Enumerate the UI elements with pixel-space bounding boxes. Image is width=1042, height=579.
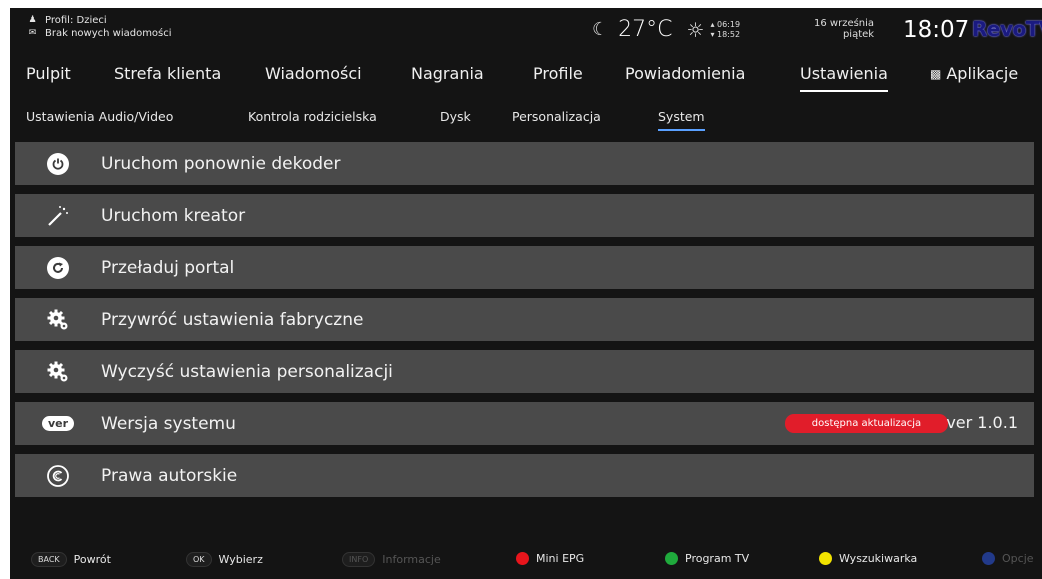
subtab-system[interactable]: System: [658, 109, 705, 131]
hint-info-label: Informacje: [382, 553, 441, 566]
green-button-icon: [665, 552, 678, 565]
tab-powiadomienia[interactable]: Powiadomienia: [625, 64, 745, 83]
menu-item-label: Wyczyść ustawienia personalizacji: [101, 361, 393, 382]
user-icon: ♟: [28, 15, 37, 25]
subtab-personalizacja[interactable]: Personalizacja: [512, 109, 601, 124]
weekday-label: piątek: [842, 29, 875, 40]
menu-item-wizard[interactable]: Uruchom kreator: [15, 194, 1034, 237]
clock: 18:07: [903, 17, 970, 43]
hint-blue[interactable]: Opcje: [982, 552, 1034, 565]
apps-grid-icon: ▩: [930, 67, 942, 81]
profile-label: Profil: Dzieci: [45, 15, 107, 26]
subtab-kontrola-rodzicielska[interactable]: Kontrola rodzicielska: [248, 109, 377, 124]
tab-profile[interactable]: Profile: [533, 64, 583, 83]
subtab-dysk[interactable]: Dysk: [440, 109, 471, 124]
menu-item-reload-portal[interactable]: Przeładuj portal: [15, 246, 1034, 289]
yellow-button-icon: [819, 552, 832, 565]
sunrise-time: 06:19: [717, 19, 741, 29]
hint-ok-label: Wybierz: [218, 553, 263, 566]
update-available-badge: dostępna aktualizacja: [785, 414, 948, 433]
system-menu: Uruchom ponownie dekoder Uruchom kreator…: [15, 142, 1034, 506]
tab-aplikacje-label: Aplikacje: [946, 64, 1019, 83]
hint-green[interactable]: Program TV: [665, 552, 749, 565]
tab-pulpit[interactable]: Pulpit: [26, 64, 71, 83]
refresh-icon: [47, 256, 69, 279]
gears-icon: [47, 361, 68, 381]
status-bar: ♟ Profil: Dzieci ✉ Brak nowych wiadomośc…: [10, 8, 1042, 53]
menu-item-label: Uruchom ponownie dekoder: [101, 153, 341, 174]
tab-strefa-klienta[interactable]: Strefa klienta: [114, 64, 221, 83]
hint-red[interactable]: Mini EPG: [516, 552, 584, 565]
tv-screen: ♟ Profil: Dzieci ✉ Brak nowych wiadomośc…: [10, 8, 1042, 579]
sun-times: ▴ 06:19 ▾ 18:52: [710, 19, 741, 39]
messages-label: Brak nowych wiadomości: [45, 28, 172, 39]
hint-yellow-label: Wyszukiwarka: [839, 552, 918, 565]
tab-wiadomosci[interactable]: Wiadomości: [265, 64, 362, 83]
blue-button-icon: [982, 552, 995, 565]
hint-back[interactable]: BACK Powrót: [31, 552, 111, 567]
ver-icon: ver: [41, 416, 75, 431]
menu-item-system-version[interactable]: ver Wersja systemu dostępna aktualizacja…: [15, 402, 1034, 445]
hint-info[interactable]: INFO Informacje: [342, 552, 441, 567]
profile-info: ♟ Profil: Dzieci ✉ Brak nowych wiadomośc…: [28, 14, 172, 40]
tab-nagrania[interactable]: Nagrania: [411, 64, 484, 83]
tab-aplikacje[interactable]: ▩ Aplikacje: [930, 64, 1018, 83]
menu-item-label: Prawa autorskie: [101, 465, 238, 486]
version-value: ver 1.0.1: [946, 413, 1018, 432]
hint-yellow[interactable]: Wyszukiwarka: [819, 552, 917, 565]
moon-icon: ☾: [592, 19, 609, 40]
menu-item-copyright[interactable]: Prawa autorskie: [15, 454, 1034, 497]
power-icon: [47, 152, 69, 175]
tab-ustawienia[interactable]: Ustawienia: [800, 64, 888, 92]
ok-key: OK: [186, 552, 212, 567]
red-button-icon: [516, 552, 529, 565]
menu-item-restart[interactable]: Uruchom ponownie dekoder: [15, 142, 1034, 185]
subtab-audio-video[interactable]: Ustawienia Audio/Video: [26, 109, 173, 124]
envelope-icon: ✉: [28, 28, 37, 38]
menu-item-label: Przeładuj portal: [101, 257, 235, 278]
date-label: 16 września: [814, 18, 875, 29]
hint-bar: BACK Powrót OK Wybierz INFO Informacje M…: [10, 552, 1042, 572]
hint-blue-label: Opcje: [1002, 552, 1034, 565]
sun-icon: ☼: [686, 17, 705, 42]
sub-nav: Ustawienia Audio/Video Kontrola rodzicie…: [10, 109, 1042, 139]
info-key: INFO: [342, 552, 376, 567]
hint-red-label: Mini EPG: [536, 552, 585, 565]
menu-item-factory-reset[interactable]: Przywróć ustawienia fabryczne: [15, 298, 1034, 341]
gears-icon: [47, 309, 68, 329]
hint-green-label: Program TV: [685, 552, 750, 565]
brand-logo: RevoTV: [972, 17, 1042, 41]
menu-item-label: Wersja systemu: [101, 413, 236, 434]
menu-item-label: Przywróć ustawienia fabryczne: [101, 309, 364, 330]
weather-widget: ☾ 27°C ☼ ▴ 06:19 ▾ 18:52: [592, 17, 740, 42]
menu-item-clear-personalization[interactable]: Wyczyść ustawienia personalizacji: [15, 350, 1034, 393]
temperature: 27°C: [618, 17, 673, 42]
sunset-time: 18:52: [717, 29, 741, 39]
menu-item-label: Uruchom kreator: [101, 205, 246, 226]
hint-ok[interactable]: OK Wybierz: [186, 552, 263, 567]
main-nav: Pulpit Strefa klienta Wiadomości Nagrani…: [10, 64, 1042, 98]
copyright-icon: [47, 464, 69, 487]
hint-back-label: Powrót: [73, 553, 111, 566]
magic-wand-icon: [48, 205, 68, 226]
date-display: 16 września piątek: [814, 18, 874, 40]
back-key: BACK: [31, 552, 67, 567]
